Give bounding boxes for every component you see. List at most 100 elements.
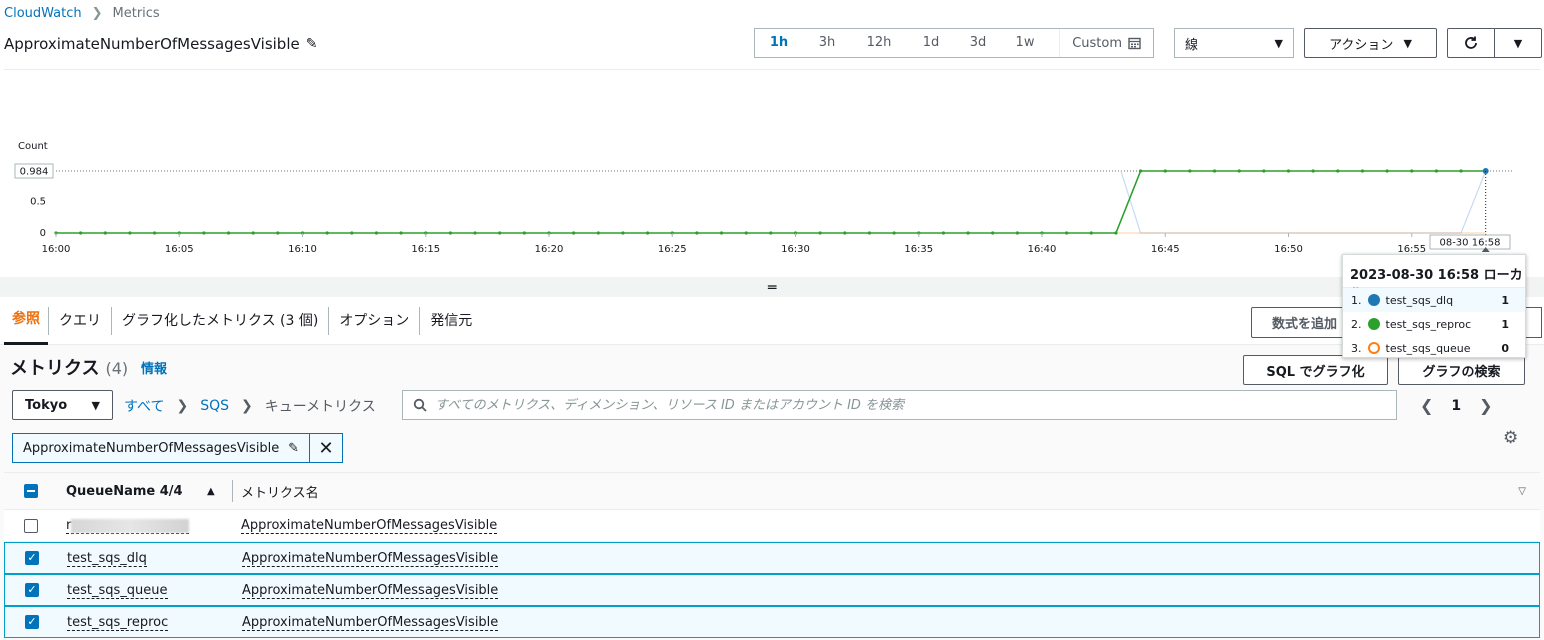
x-tick-label: 16:40 [1028, 244, 1057, 255]
namespace-all-link[interactable]: すべて [124, 396, 164, 416]
column-header-queue-name[interactable]: QueueName 4/4 [66, 484, 183, 499]
refresh-icon [1465, 36, 1477, 49]
graph-type-value: 線 [1185, 37, 1199, 53]
queue-name-cell[interactable]: test_sqs_reproc [67, 614, 169, 631]
table-row[interactable]: ✓ test_sqs_reproc ApproximateNumberOfMes… [4, 606, 1540, 638]
pencil-icon[interactable]: ✎ [306, 36, 318, 52]
time-range-3h[interactable]: 3h [803, 29, 851, 57]
current-page[interactable]: 1 [1451, 398, 1461, 414]
row-checkbox[interactable]: ✓ [25, 551, 39, 565]
time-range-1w[interactable]: 1w [1001, 29, 1049, 57]
column-divider[interactable] [232, 480, 233, 502]
queue-name-cell[interactable]: r [66, 518, 190, 534]
table-row[interactable]: r ApproximateNumberOfMessagesVisible [4, 510, 1540, 542]
region-value: Tokyo [25, 397, 68, 413]
line-chart[interactable]: Count 0 0.5 0.984 16:00 16:05 16:10 16:15 16:20… [4, 70, 1540, 278]
caret-down-icon: ▼ [91, 398, 100, 412]
metric-name-cell[interactable]: ApproximateNumberOfMessagesVisible [242, 582, 499, 599]
chevron-left-icon[interactable]: ❮ [1420, 396, 1433, 415]
breadcrumb-cloudwatch-link[interactable]: CloudWatch [4, 6, 82, 21]
tooltip-index: 3. [1351, 341, 1362, 355]
info-link[interactable]: 情報 [141, 358, 167, 377]
data-point [1459, 169, 1463, 173]
queue-name-text: test_sqs_dlq [67, 550, 147, 567]
tooltip-row: 3. test_sqs_queue 0 [1343, 336, 1525, 360]
time-range-1h[interactable]: 1h [755, 29, 803, 57]
data-point [843, 231, 847, 235]
x-tick-label: 16:10 [288, 244, 317, 255]
table-row[interactable]: ✓ test_sqs_queue ApproximateNumberOfMess… [4, 574, 1540, 606]
time-range-1d[interactable]: 1d [907, 29, 955, 57]
tab-source[interactable]: 発信元 [420, 297, 482, 345]
drag-handle-icon[interactable]: ═ [768, 280, 776, 296]
data-point [1015, 231, 1019, 235]
refresh-button[interactable] [1447, 28, 1495, 58]
queue-name-text: test_sqs_reproc [67, 614, 169, 631]
chevron-right-icon: ❯ [91, 5, 103, 21]
tab-options[interactable]: オプション [329, 297, 419, 345]
y-tick-label: 0 [40, 228, 46, 239]
data-point [103, 231, 107, 235]
namespace-sqs-link[interactable]: SQS [200, 398, 229, 414]
chevron-right-icon: ❯ [176, 398, 189, 414]
queue-name-cell[interactable]: test_sqs_queue [67, 582, 168, 599]
region-select[interactable]: Tokyo ▼ [12, 390, 113, 420]
tab-browse[interactable]: 参照 [4, 297, 48, 345]
x-tick-label: 16:20 [535, 244, 564, 255]
metric-name-text: ApproximateNumberOfMessagesVisible [242, 582, 499, 599]
data-point [350, 231, 354, 235]
row-checkbox[interactable]: ✓ [25, 583, 39, 597]
metrics-table: QueueName 4/4 ▲ メトリクス名 ▽ r ApproximateNu… [4, 472, 1540, 638]
add-formula-dropdown[interactable] [1524, 307, 1542, 338]
breadcrumb-current: Metrics [112, 5, 160, 21]
graph-type-select[interactable]: 線 ▼ [1174, 28, 1294, 58]
column-menu-icon[interactable]: ▽ [1518, 486, 1526, 497]
actions-button[interactable]: アクション ▼ [1304, 28, 1437, 58]
data-point [1262, 169, 1266, 173]
time-range-3d[interactable]: 3d [955, 29, 1001, 57]
table-row[interactable]: ✓ test_sqs_dlq ApproximateNumberOfMessag… [4, 542, 1540, 574]
pencil-icon[interactable]: ✎ [288, 441, 299, 456]
gear-icon[interactable]: ⚙ [1503, 428, 1518, 448]
metric-name-cell[interactable]: ApproximateNumberOfMessagesVisible [241, 518, 498, 534]
data-point [1360, 169, 1365, 173]
data-point [719, 231, 724, 235]
filter-token-body[interactable]: ApproximateNumberOfMessagesVisible ✎ [13, 434, 309, 462]
queue-name-cell[interactable]: test_sqs_dlq [67, 550, 147, 567]
tooltip-title: 2023-08-30 16:58 ローカル [1343, 255, 1525, 302]
time-range-selector: 1h 3h 12h 1d 3d 1w Custom [754, 28, 1154, 58]
filter-token: ApproximateNumberOfMessagesVisible ✎ ✕ [12, 433, 343, 463]
y-max-label: 0.984 [20, 167, 49, 178]
metric-name-cell[interactable]: ApproximateNumberOfMessagesVisible [242, 614, 499, 631]
data-point [744, 231, 748, 235]
refresh-interval-dropdown[interactable]: ▼ [1494, 28, 1542, 58]
data-point [646, 231, 650, 235]
metric-search-input[interactable] [435, 397, 1375, 413]
chevron-right-icon: ❯ [241, 398, 253, 414]
data-point [769, 231, 773, 235]
time-range-12h[interactable]: 12h [851, 29, 907, 57]
redacted-text [71, 518, 190, 533]
pagination: ❮ 1 ❯ [1420, 396, 1493, 415]
y-axis-label: Count [18, 141, 48, 152]
sort-ascending-icon[interactable]: ▲ [207, 486, 215, 497]
data-point [1139, 169, 1143, 173]
data-point [498, 231, 502, 235]
close-icon[interactable]: ✕ [309, 434, 342, 462]
metrics-title-text: メトリクス [10, 358, 100, 379]
time-range-custom[interactable]: Custom [1059, 29, 1153, 57]
column-header-metric-name[interactable]: メトリクス名 [241, 482, 319, 501]
row-checkbox[interactable] [24, 518, 38, 533]
tab-graphed-metrics[interactable]: グラフ化したメトリクス (3 個) [112, 297, 328, 345]
row-checkbox[interactable]: ✓ [25, 615, 39, 629]
tooltip-index: 1. [1351, 293, 1362, 307]
tab-query[interactable]: クエリ [49, 297, 111, 345]
tooltip-series-name: test_sqs_reproc [1385, 317, 1472, 331]
select-all-checkbox[interactable] [24, 484, 38, 498]
data-point [941, 231, 946, 235]
search-icon [413, 398, 427, 412]
tooltip-value: 0 [1501, 341, 1509, 355]
data-point [1237, 169, 1241, 173]
metric-name-cell[interactable]: ApproximateNumberOfMessagesVisible [242, 550, 499, 567]
chevron-right-icon[interactable]: ❯ [1479, 396, 1492, 415]
